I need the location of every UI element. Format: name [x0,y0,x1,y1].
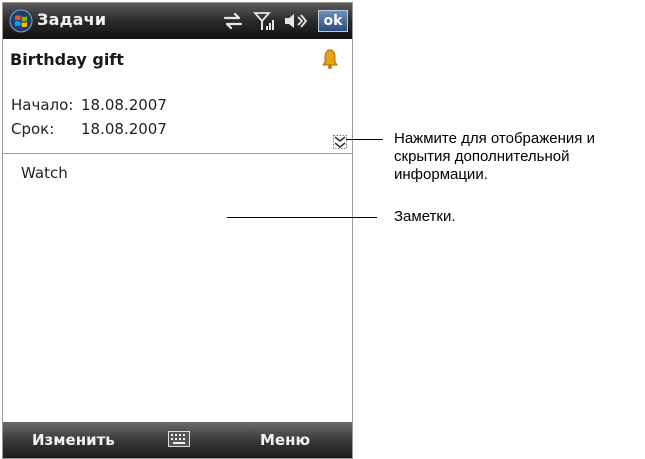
sync-icon[interactable] [222,11,244,31]
volume-icon[interactable] [283,11,307,31]
device-screen: Задачи ok Birthday gift Начало: 18.08.20… [2,2,353,459]
callout-line-notes [227,217,377,218]
windows-start-icon[interactable] [9,9,33,33]
ok-button[interactable]: ok [318,10,348,32]
callout-notes-text: Заметки. [394,208,456,225]
callout-line-toggle [346,139,383,140]
bell-icon [322,49,338,69]
notes-divider [3,153,352,154]
due-date-value: 18.08.2007 [81,120,167,138]
edit-softkey[interactable]: Изменить [32,431,115,449]
expand-toggle-icon[interactable] [333,135,347,149]
callout-toggle-line-3: информации. [394,166,488,183]
callout-toggle-line-2: скрытия дополнительной [394,148,570,165]
callout-toggle-line-1: Нажмите для отображения и [394,130,595,147]
callout-toggle-text: Нажмите для отображения и скрытия дополн… [394,130,644,184]
keyboard-icon[interactable] [168,431,190,447]
due-date-label: Срок: [11,120,55,138]
softkey-bar: Изменить Меню [3,422,352,458]
notes-text[interactable]: Watch [21,164,68,182]
app-title: Задачи [37,10,107,29]
title-bar: Задачи ok [3,3,352,39]
signal-icon[interactable] [253,11,275,31]
menu-softkey[interactable]: Меню [260,431,310,449]
task-title: Birthday gift [10,50,124,69]
start-date-label: Начало: [11,96,74,114]
start-date-value: 18.08.2007 [81,96,167,114]
